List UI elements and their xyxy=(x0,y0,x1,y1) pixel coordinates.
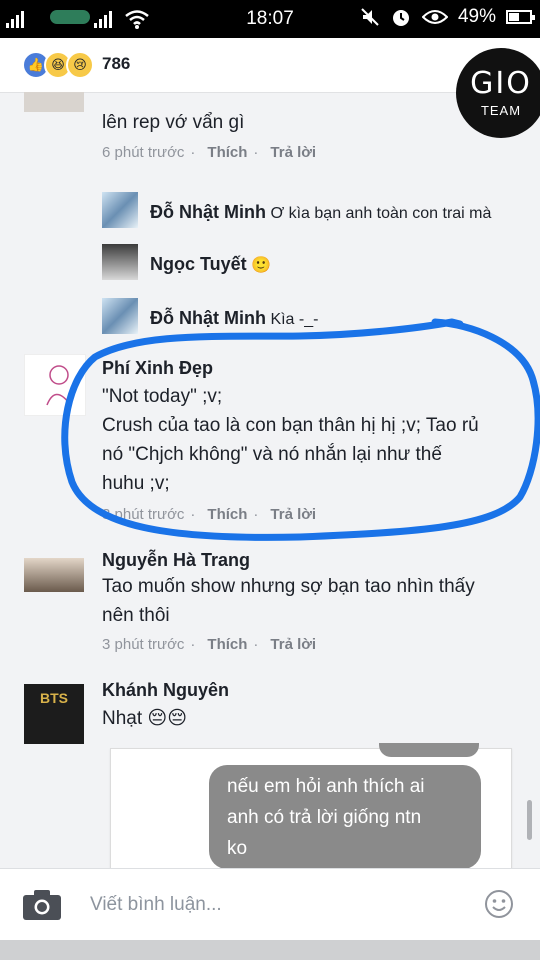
next-comment-peek xyxy=(0,940,540,960)
eye-icon xyxy=(421,10,448,24)
battery-percent: 49% xyxy=(457,6,496,27)
gio-team-logo: GIO TEAM xyxy=(456,48,540,138)
sad-reaction-icon: 😢 xyxy=(66,51,94,79)
camera-icon[interactable] xyxy=(22,889,62,921)
reaction-count: 786 xyxy=(102,54,131,73)
comment-feed: lên rep vớ vẩn gì 6 phút trước · Thích · Trả… xyxy=(0,92,540,868)
comment-input[interactable]: Viết bình luận... xyxy=(90,894,222,916)
status-bar: 18:07 49% xyxy=(0,0,540,38)
alarm-icon xyxy=(392,10,409,26)
mute-icon xyxy=(361,8,379,26)
battery-icon xyxy=(506,10,535,24)
comment-composer: Viết bình luận... xyxy=(0,868,540,941)
emoji-icon[interactable] xyxy=(484,889,514,919)
scrollbar[interactable] xyxy=(527,800,532,840)
highlight-circle xyxy=(61,318,540,541)
